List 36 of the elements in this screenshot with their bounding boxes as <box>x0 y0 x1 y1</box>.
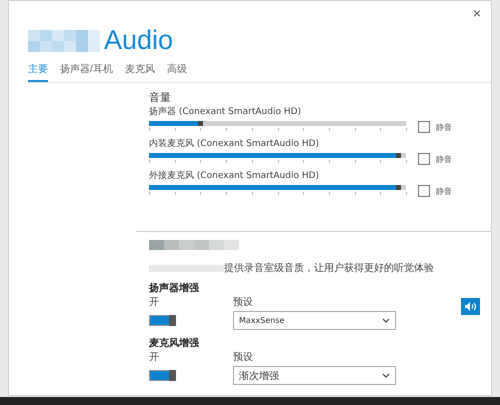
mute-checkbox[interactable] <box>418 185 430 197</box>
slider-thumb[interactable] <box>396 185 401 190</box>
blurred-logo <box>28 30 100 52</box>
preset-label: 预设 <box>233 296 254 309</box>
mute-label: 静音 <box>436 154 452 164</box>
speaker-icon <box>464 301 477 312</box>
mute-checkbox[interactable] <box>418 121 430 133</box>
slider-thumb[interactable] <box>198 121 203 126</box>
tab[interactable]: 扬声器/耳机 <box>60 62 113 82</box>
group-title: 扬声器增强 <box>149 282 200 295</box>
channel-label: 扬声器 (Conexant SmartAudio HD) <box>149 107 302 118</box>
mute-label: 静音 <box>436 186 452 196</box>
switch-label: 开 <box>149 351 160 364</box>
description: 提供录音室级音质，让用户获得更好的听觉体验 <box>224 262 434 275</box>
preset-dropdown[interactable]: MaxxSense <box>233 311 396 330</box>
mute-checkbox[interactable] <box>418 153 430 165</box>
preset-label: 预设 <box>233 351 254 364</box>
tab[interactable]: 高级 <box>166 62 187 82</box>
chevron-icon <box>382 373 390 378</box>
volume-slider[interactable] <box>149 121 406 126</box>
tab[interactable]: 麦克风 <box>124 62 155 82</box>
app-title: Audio <box>104 25 174 56</box>
tab[interactable]: 主要 <box>28 62 48 82</box>
toggle-switch[interactable] <box>149 370 176 381</box>
close-button[interactable]: × <box>468 5 485 21</box>
speaker-button[interactable] <box>461 298 480 315</box>
channel-label: 外接麦克风 (Conexant SmartAudio HD) <box>149 171 320 182</box>
chevron-icon <box>382 318 390 323</box>
group-title: 麦克风增强 <box>149 336 200 350</box>
slider-thumb[interactable] <box>396 153 401 158</box>
section-heading: 音量 <box>149 91 172 104</box>
mute-label: 静音 <box>436 122 452 132</box>
toggle-switch[interactable] <box>149 315 176 326</box>
preset-dropdown[interactable]: 渐次增强 <box>233 366 396 385</box>
switch-label: 开 <box>149 296 160 309</box>
channel-label: 内装麦克风 (Conexant SmartAudio HD) <box>149 139 320 150</box>
